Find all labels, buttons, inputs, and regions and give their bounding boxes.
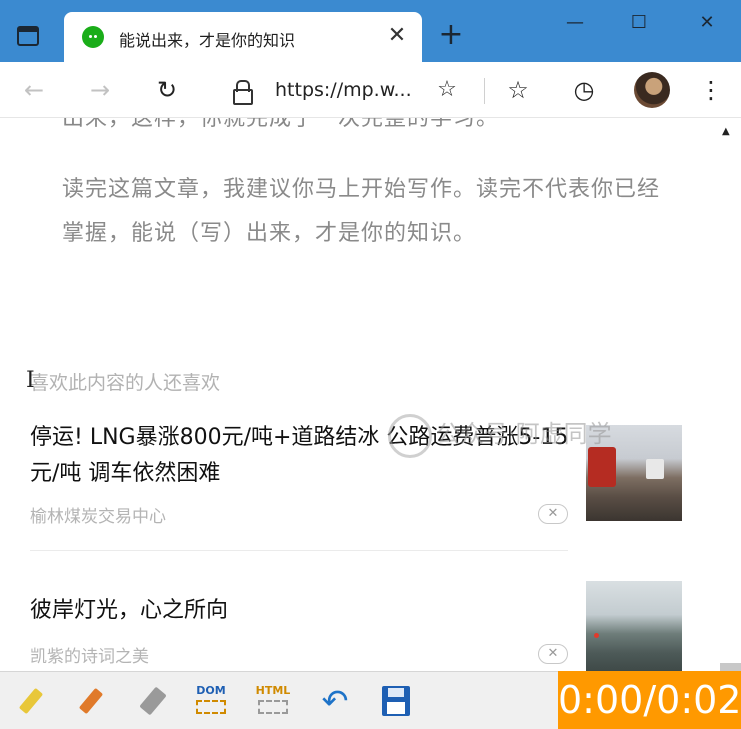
close-window-button[interactable]: ✕ (692, 8, 722, 38)
lock-icon[interactable] (233, 80, 253, 105)
highlighter-button[interactable] (12, 682, 50, 720)
dismiss-button[interactable]: ✕ (538, 644, 568, 664)
pen-icon (78, 687, 104, 715)
recommend-item-source[interactable]: 凯紫的诗词之美 (30, 642, 149, 667)
article-paragraph: 读完这篇文章，我建议你马上开始写作。读完不代表你已经掌握，能说（写）出来，才是你… (62, 177, 661, 246)
save-icon (382, 686, 410, 716)
tab-close-button[interactable]: ✕ (384, 23, 410, 49)
recommend-section-title: 喜欢此内容的人还喜欢 (30, 372, 221, 394)
minimize-button[interactable]: — (560, 8, 590, 38)
recommend-thumbnail[interactable] (586, 581, 682, 671)
reload-icon[interactable]: ↻ (149, 72, 185, 108)
html-capture-button[interactable]: HTML (254, 682, 292, 720)
save-button[interactable] (376, 682, 414, 720)
url-text[interactable]: https://mp.w... (275, 79, 412, 101)
list-divider (30, 550, 568, 551)
new-tab-button[interactable]: + (434, 18, 468, 52)
wechat-favicon-icon (82, 26, 104, 48)
article-page: 出来，这样，你就完成了一次完整的学习。 ▲ 读完这篇文章，我建议你马上开始写作。… (0, 118, 741, 671)
scrollbar-thumb[interactable] (720, 663, 741, 671)
toolbar-divider (484, 78, 485, 104)
tab-title: 能说出来，才是你的知识 (119, 31, 296, 50)
more-menu-icon[interactable]: ⋮ (693, 72, 729, 108)
highlighter-icon (18, 687, 44, 715)
eraser-button[interactable] (132, 682, 170, 720)
dom-capture-button[interactable]: DOM (192, 682, 230, 720)
watermark-logo-icon (388, 414, 432, 458)
scroll-up-arrow-icon[interactable]: ▲ (722, 126, 730, 137)
recommend-item-title[interactable]: 彼岸灯光，心之所向 (30, 593, 570, 629)
back-arrow-icon[interactable]: ← (16, 72, 52, 108)
light-dot (594, 633, 599, 638)
recommend-item-source[interactable]: 榆林煤炭交易中心 (30, 502, 166, 527)
article-cut-line: 出来，这样，你就完成了一次完整的学习。 (62, 118, 500, 131)
profile-avatar[interactable] (634, 72, 670, 108)
active-tab[interactable]: 能说出来，才是你的知识 ✕ (64, 12, 422, 62)
add-favorite-icon[interactable]: ☆ (432, 74, 462, 106)
undo-icon[interactable]: ↶ (316, 682, 354, 720)
dismiss-button[interactable]: ✕ (538, 504, 568, 524)
browser-title-bar: 能说出来，才是你的知识 ✕ + — ☐ ✕ (0, 0, 741, 62)
browser-toolbar: ← → ↻ https://mp.w... ☆ ☆ ◷ ⋮ (0, 62, 741, 118)
forward-arrow-icon[interactable]: → (82, 72, 118, 108)
tab-actions-icon[interactable] (17, 26, 39, 46)
watermark-text: 公众号·阿虚同学 (436, 420, 612, 448)
favorites-icon[interactable]: ☆ (500, 72, 536, 108)
truck-shape (588, 447, 616, 487)
pen-button[interactable] (72, 682, 110, 720)
address-bar[interactable]: https://mp.w... ☆ (208, 68, 476, 112)
maximize-button[interactable]: ☐ (624, 8, 654, 38)
truck-shape (646, 459, 664, 479)
dom-box-icon (196, 700, 226, 714)
html-label: HTML (255, 684, 291, 697)
screen: 能说出来，才是你的知识 ✕ + — ☐ ✕ ← → ↻ https://mp.w… (0, 0, 741, 729)
html-box-icon (258, 700, 288, 714)
dom-label: DOM (196, 684, 226, 697)
eraser-icon (139, 686, 167, 716)
recording-timer: 0:00/0:02 (558, 671, 741, 729)
text-cursor-icon: I (26, 368, 35, 393)
history-icon[interactable]: ◷ (566, 72, 602, 108)
